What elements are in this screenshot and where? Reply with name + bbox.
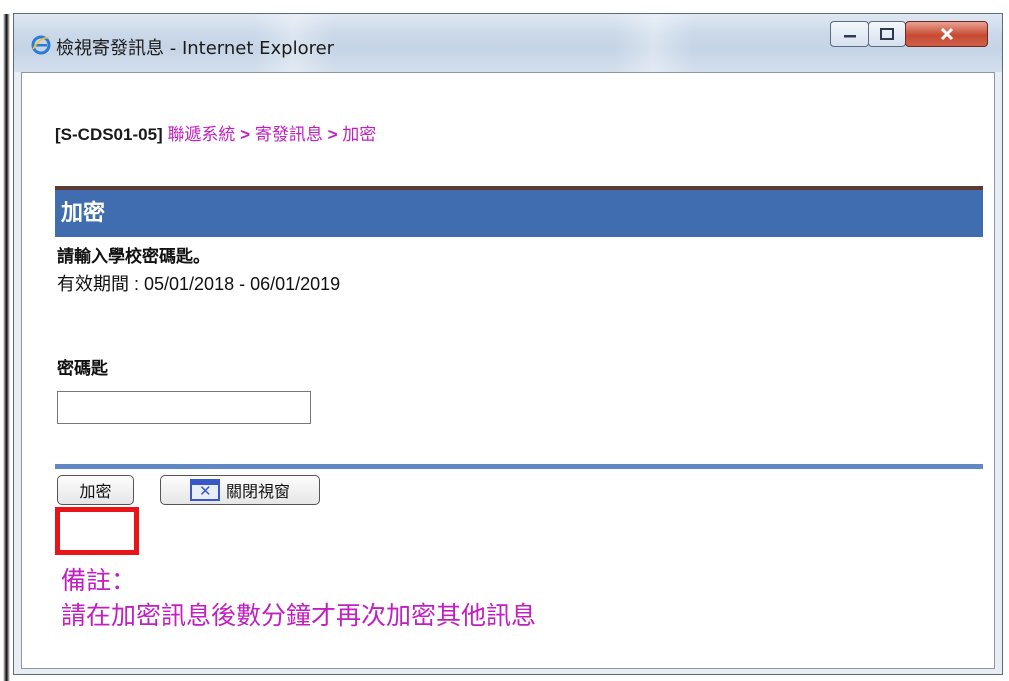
breadcrumb-item-send-message[interactable]: 寄發訊息 — [255, 125, 323, 144]
page-code: [S-CDS01-05] — [55, 125, 163, 144]
section-title: 加密 — [55, 190, 983, 237]
breadcrumb-separator: > — [240, 125, 251, 144]
password-input[interactable] — [57, 391, 311, 424]
maximize-icon — [880, 28, 894, 40]
highlight-annotation — [55, 507, 139, 555]
close-window-button[interactable]: ✕ 關閉視窗 — [160, 475, 320, 505]
note-text: 請在加密訊息後數分鐘才再次加密其他訊息 — [61, 601, 537, 630]
close-window-icon: ✕ — [189, 479, 220, 501]
close-button[interactable] — [905, 21, 988, 47]
instruction-text: 請輸入學校密碼匙。 — [57, 247, 210, 267]
close-window-label: 關閉視窗 — [225, 484, 290, 501]
desktop-edge — [0, 14, 13, 681]
action-divider — [55, 464, 983, 469]
minimize-icon — [843, 35, 856, 38]
breadcrumb: [S-CDS01-05] 聯遞系統 > 寄發訊息 > 加密 — [55, 120, 376, 145]
top-cropped-strip — [0, 0, 1009, 14]
breadcrumb-item-encrypt: 加密 — [342, 125, 377, 144]
breadcrumb-item-system[interactable]: 聯遞系統 — [167, 125, 235, 144]
password-label: 密碼匙 — [57, 359, 108, 379]
breadcrumb-separator: > — [327, 125, 338, 144]
maximize-button[interactable] — [868, 21, 906, 47]
encrypt-button[interactable]: 加密 — [57, 475, 134, 505]
ie-window: 檢視寄發訊息 - Internet Explorer [S-CDS01-05] … — [13, 13, 1003, 675]
note-title: 備註： — [61, 566, 137, 595]
title-bar[interactable]: 檢視寄發訊息 - Internet Explorer — [14, 14, 1002, 72]
minimize-button[interactable] — [830, 21, 869, 47]
validity-period: 有效期間 : 05/01/2018 - 06/01/2019 — [57, 274, 341, 294]
internet-explorer-icon — [31, 35, 51, 55]
page-content: [S-CDS01-05] 聯遞系統 > 寄發訊息 > 加密 加密 請輸入學校密碼… — [21, 72, 995, 669]
window-title: 檢視寄發訊息 - Internet Explorer — [56, 38, 335, 59]
close-icon — [940, 27, 953, 41]
